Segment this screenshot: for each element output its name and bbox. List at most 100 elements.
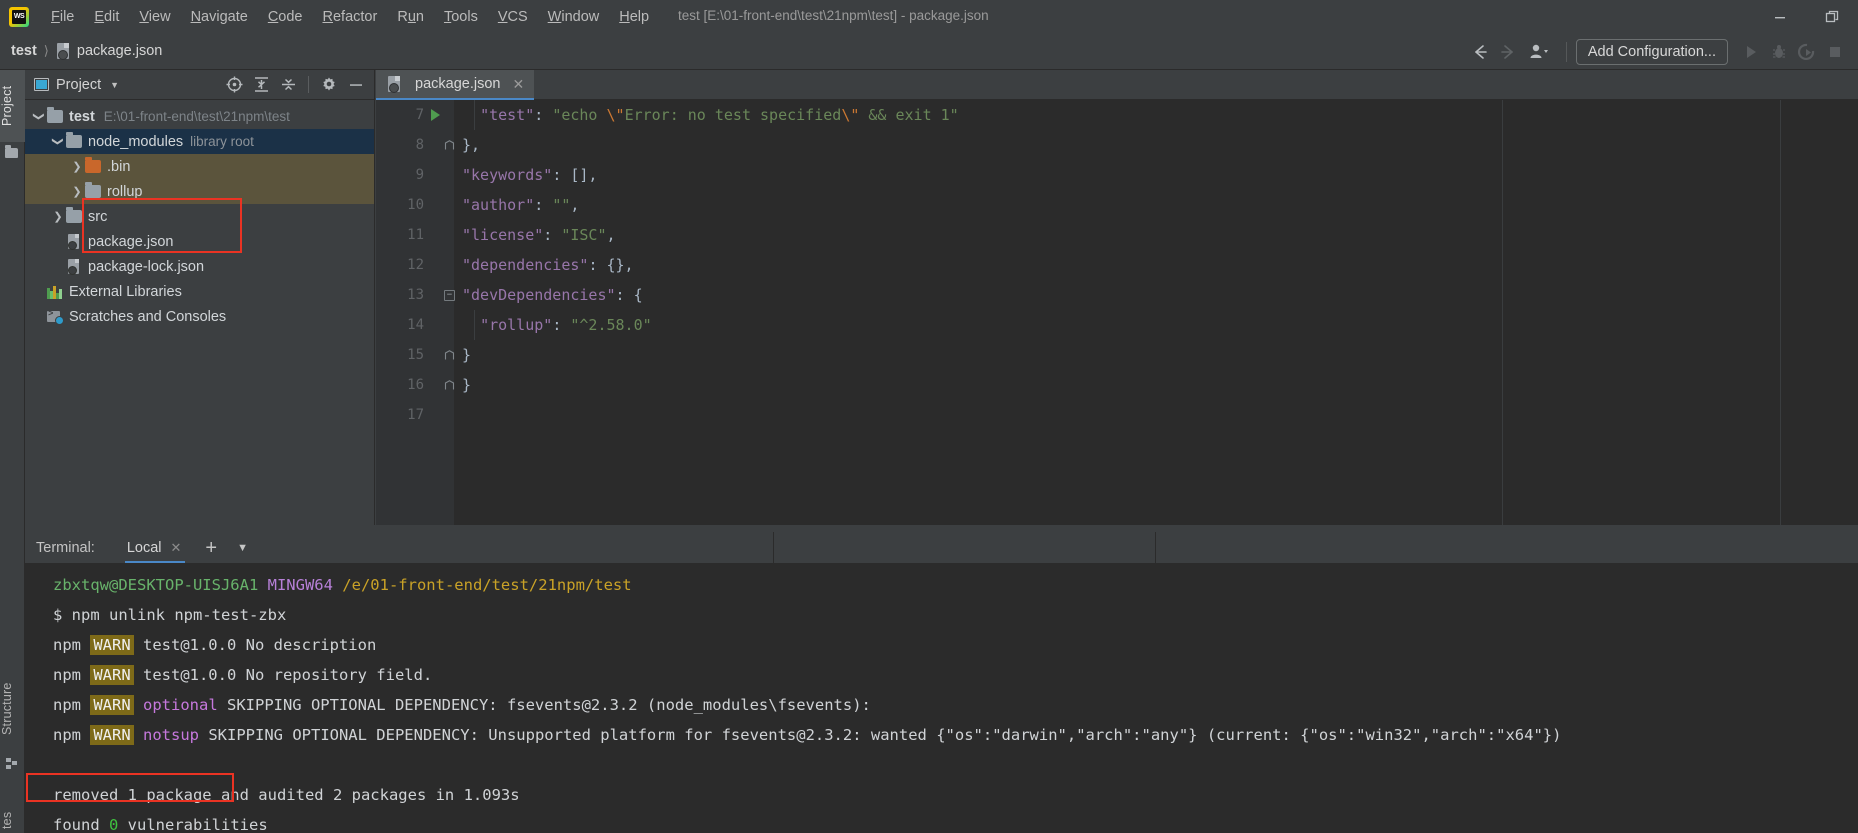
back-arrow-icon[interactable] (1467, 39, 1493, 65)
editor-tab-package-json[interactable]: package.json ✕ (376, 70, 535, 100)
terminal-line: npm WARN optional SKIPPING OPTIONAL DEPE… (53, 695, 871, 715)
run-icon[interactable] (1738, 39, 1764, 65)
sidebar-tab-structure[interactable]: Structure (0, 668, 25, 750)
toolbar-divider (308, 76, 309, 93)
plus-icon[interactable]: + (205, 538, 217, 558)
restore-button[interactable] (1806, 0, 1858, 33)
menu-item-file[interactable]: File (41, 6, 84, 28)
tree-row-rollup[interactable]: ❯ rollup (25, 179, 374, 204)
fold-collapse-icon[interactable]: − (444, 290, 455, 301)
tree-row--bin[interactable]: ❯ .bin (25, 154, 374, 179)
code-text: } (462, 376, 472, 394)
run-toolbar: Add Configuration... (1467, 33, 1848, 70)
scratches-icon (47, 309, 64, 325)
menu-item-help[interactable]: Help (609, 6, 659, 28)
expand-all-icon[interactable] (249, 73, 273, 97)
tree-label: rollup (107, 183, 143, 200)
menu-item-navigate[interactable]: Navigate (181, 6, 258, 28)
debug-bug-icon[interactable] (1766, 39, 1792, 65)
left-tool-strip: Project Structure tes (0, 70, 25, 833)
fold-end-icon[interactable] (444, 380, 455, 391)
menu-item-refactor[interactable]: Refactor (313, 6, 388, 28)
tree-row-test[interactable]: ❯ test E:\01-front-end\test\21npm\test (25, 104, 374, 129)
terminal-header: Terminal: Local ✕ + ▼ (25, 532, 1858, 563)
project-panel-title: Project (56, 76, 102, 93)
tree-label: package.json (88, 233, 174, 250)
chevron-right-icon[interactable]: ❯ (69, 160, 85, 173)
tree-row-scratches-and-consoles[interactable]: Scratches and Consoles (25, 304, 374, 329)
terminal-output[interactable]: zbxtqw@DESKTOP-UISJ6A1 MINGW64 /e/01-fro… (25, 563, 1858, 833)
menu-item-vcs[interactable]: VCS (488, 6, 538, 28)
close-icon[interactable]: ✕ (171, 540, 182, 556)
forward-arrow-icon[interactable] (1495, 39, 1521, 65)
chevron-down-icon[interactable]: ▼ (237, 542, 248, 554)
hide-panel-icon[interactable] (344, 73, 368, 97)
chevron-right-icon[interactable]: ❯ (50, 210, 66, 223)
terminal-line: zbxtqw@DESKTOP-UISJ6A1 MINGW64 /e/01-fro… (53, 576, 632, 594)
tree-label: External Libraries (69, 283, 182, 300)
tree-label: .bin (107, 158, 131, 175)
menu-item-edit[interactable]: Edit (84, 6, 129, 28)
window-controls (1754, 0, 1858, 33)
minimize-button[interactable] (1754, 0, 1806, 33)
user-account-icon[interactable] (1523, 39, 1557, 65)
tree-row-external-libraries[interactable]: External Libraries (25, 279, 374, 304)
menu-item-tools[interactable]: Tools (434, 6, 488, 28)
line-number: 17 (407, 407, 424, 423)
chevron-right-icon[interactable]: ❯ (69, 185, 85, 198)
project-view-icon (34, 78, 49, 91)
sidebar-tab-favorites[interactable]: tes (0, 800, 25, 833)
terminal-tab-local[interactable]: Local ✕ (124, 532, 186, 563)
select-opened-file-icon[interactable] (222, 73, 246, 97)
run-with-coverage-icon[interactable] (1794, 39, 1820, 65)
tree-row-package-json[interactable]: package.json (25, 229, 374, 254)
code-line: 12 "dependencies": {}, (376, 250, 1858, 280)
fold-end-icon[interactable] (444, 350, 455, 361)
folder-icon (85, 182, 101, 198)
navigation-bar: test ⟩ package.json Add Configuration... (0, 33, 1858, 70)
chevron-down-icon[interactable]: ❯ (52, 134, 65, 150)
terminal-tool-window: Terminal: Local ✕ + ▼ zbxtqw@DESKTOP-UIS… (25, 532, 1858, 833)
add-configuration-button[interactable]: Add Configuration... (1575, 38, 1728, 65)
line-number: 7 (415, 107, 424, 123)
project-tool-window: Project ▼ ❯ test E:\01-front-end\test\21… (25, 70, 375, 525)
menu-item-window[interactable]: Window (538, 6, 610, 28)
folder-icon (5, 145, 18, 158)
fold-end-icon[interactable] (444, 140, 455, 151)
breadcrumb-item-file[interactable]: package.json (77, 43, 162, 59)
line-number: 9 (415, 167, 424, 183)
code-line: 13 − "devDependencies": { (376, 280, 1858, 310)
code-text: }, (462, 136, 481, 154)
menu-item-code[interactable]: Code (258, 6, 313, 28)
tree-label: src (88, 208, 108, 225)
editor-tab-bar: package.json ✕ (376, 70, 1858, 100)
project-panel-header: Project ▼ (25, 70, 374, 100)
tree-row-package-lock-json[interactable]: package-lock.json (25, 254, 374, 279)
breadcrumb-item-project[interactable]: test (11, 43, 37, 59)
tree-row-src[interactable]: ❯ src (25, 204, 374, 229)
code-line: 11 "license": "ISC", (376, 220, 1858, 250)
stop-icon[interactable] (1822, 39, 1848, 65)
menu-bar: WS File Edit View Navigate Code Refactor Run To… (0, 0, 1858, 33)
chevron-down-icon[interactable]: ❯ (33, 109, 46, 125)
line-number: 15 (407, 347, 424, 363)
run-script-gutter-icon[interactable] (431, 109, 440, 121)
gear-icon[interactable] (317, 73, 341, 97)
menu-item-view[interactable]: View (129, 6, 180, 28)
tree-row-node-modules[interactable]: ❯ node_modules library root (25, 129, 374, 154)
terminal-header-divider (1155, 532, 1156, 563)
code-text: "author": "", (462, 196, 580, 214)
terminal-line: $ npm unlink npm-test-zbx (53, 606, 287, 624)
sidebar-tab-project[interactable]: Project (0, 70, 25, 142)
chevron-down-icon[interactable]: ▼ (110, 80, 119, 90)
folder-icon (66, 132, 82, 148)
code-text: "license": "ISC", (462, 226, 616, 244)
horizontal-splitter[interactable] (25, 525, 1858, 532)
line-number: 8 (415, 137, 424, 153)
menu-item-run[interactable]: Run (387, 6, 434, 28)
close-icon[interactable]: ✕ (512, 77, 524, 91)
collapse-all-icon[interactable] (276, 73, 300, 97)
code-viewport[interactable]: 7 "test": "echo \"Error: no test specifi… (376, 100, 1858, 525)
tree-label: package-lock.json (88, 258, 205, 275)
tree-label: Scratches and Consoles (69, 308, 227, 325)
